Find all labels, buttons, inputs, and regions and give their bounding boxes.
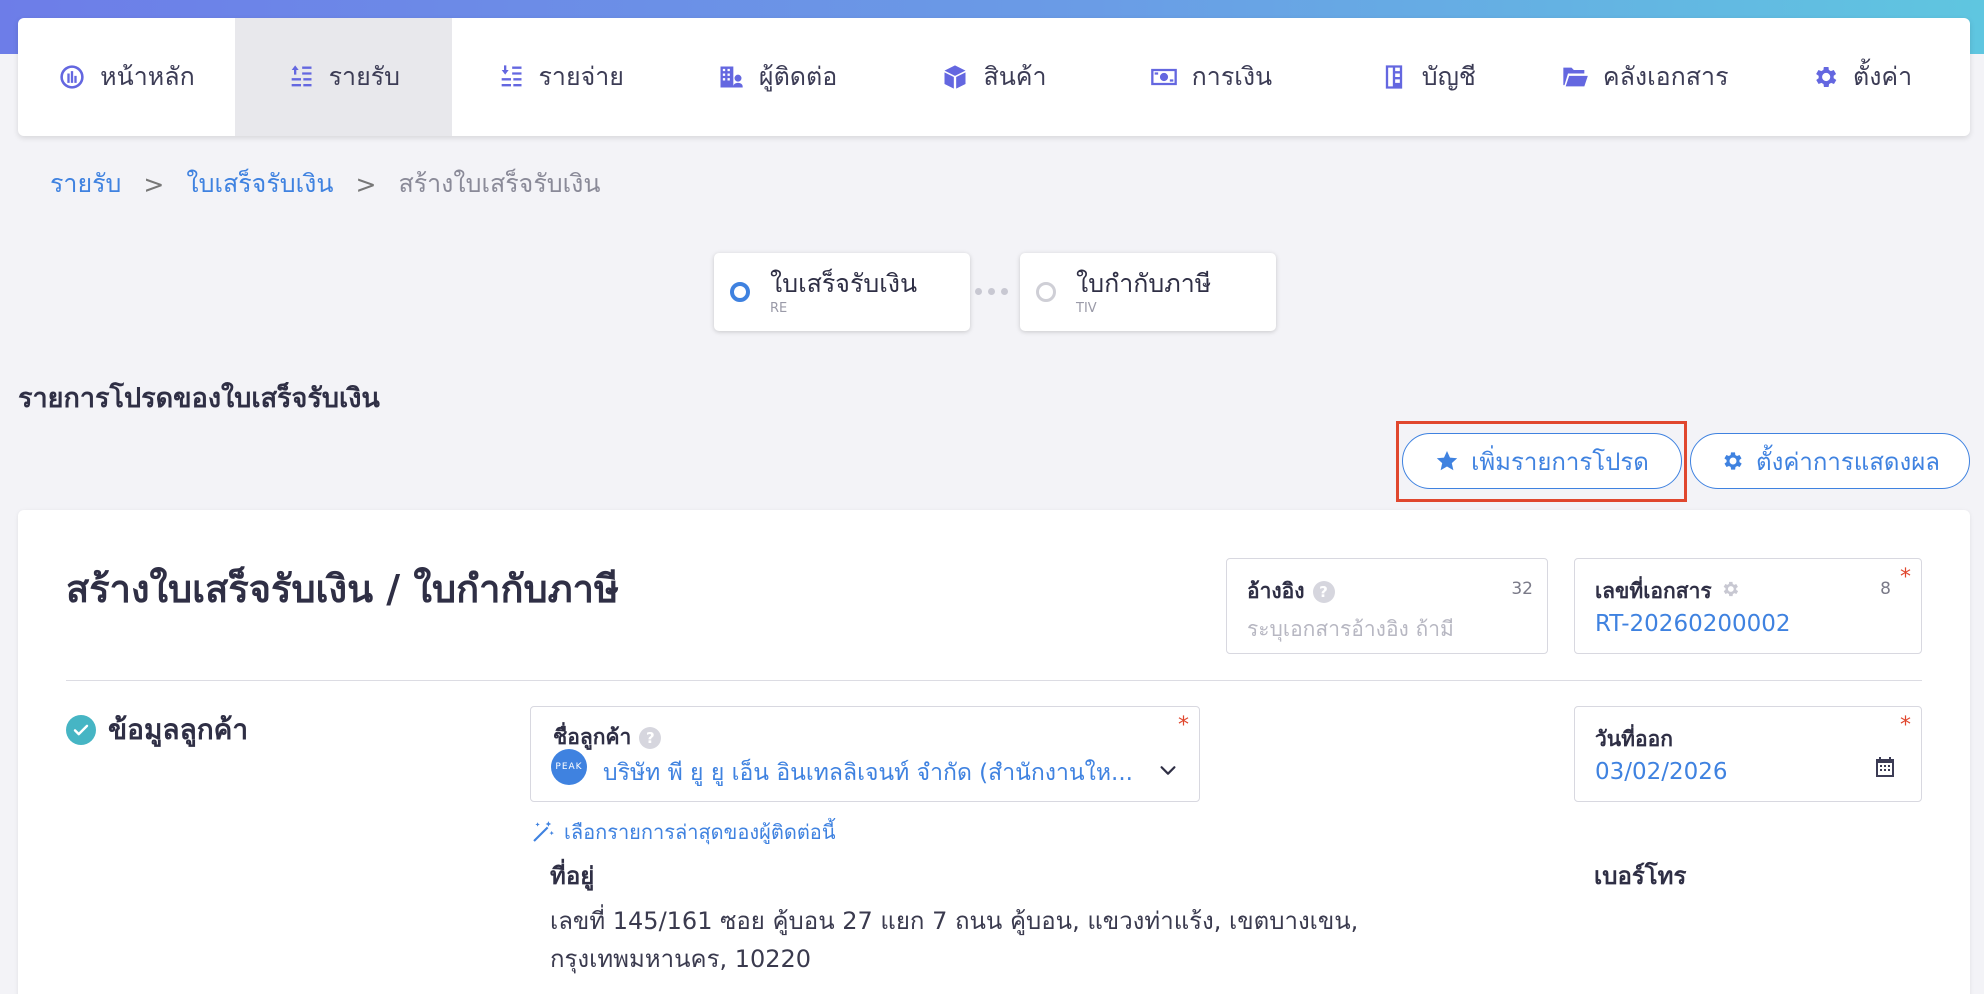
star-icon: [1436, 451, 1458, 471]
help-icon[interactable]: ?: [639, 726, 662, 749]
gear-icon: [1724, 452, 1742, 470]
doc-number-field[interactable]: เลขที่เอกสาร 8 * RT-20260200002: [1574, 558, 1922, 654]
main-nav: หน้าหลัก รายรับ รายจ่าย ผู้ติดต่อ สินค้า…: [18, 18, 1970, 136]
customer-select[interactable]: ชื่อลูกค้า ? * PEAK บริษัท พี ยู ยู เอ็น…: [530, 706, 1200, 802]
reference-char-count: 32: [1511, 579, 1533, 599]
step-receipt[interactable]: ใบเสร็จรับเงิน RE: [714, 253, 970, 331]
address-value: เลขที่ 145/161 ซอย คู้บอน 27 แยก 7 ถนน ค…: [550, 907, 1359, 973]
required-marker: *: [1178, 713, 1189, 738]
customer-value: บริษัท พี ยู ยู เอ็น อินเทลลิเจนท์ จำกัด…: [603, 760, 1133, 786]
nav-item-expense[interactable]: รายจ่าย: [452, 18, 669, 136]
display-settings-label: ตั้งค่าการแสดงผล: [1756, 447, 1940, 476]
help-icon[interactable]: ?: [1312, 580, 1335, 603]
product-box-icon: [944, 65, 966, 89]
expense-icon: [501, 65, 521, 87]
nav-item-contacts[interactable]: ผู้ติดต่อ: [669, 18, 886, 136]
folder-icon: [1563, 67, 1588, 87]
gear-icon: [1816, 66, 1837, 88]
add-favorite-button[interactable]: เพิ่มรายการโปรด: [1402, 433, 1682, 489]
nav-item-finance[interactable]: การเงิน: [1102, 18, 1319, 136]
breadcrumb-separator: >: [355, 169, 377, 199]
income-icon: [291, 65, 312, 87]
reference-label: อ้างอิง ?: [1247, 575, 1335, 608]
nav-label: การเงิน: [1191, 62, 1273, 91]
reference-field[interactable]: อ้างอิง ? 32 ระบุเอกสารอ้างอิง ถ้ามี: [1226, 558, 1548, 654]
form-title: สร้างใบเสร็จรับเงิน / ใบกำกับภาษี: [66, 567, 620, 611]
customer-section-heading: ข้อมูลลูกค้า: [66, 708, 248, 752]
step-connector-dots: [975, 288, 1008, 295]
nav-label: ผู้ติดต่อ: [758, 62, 838, 91]
doc-number-value: RT-20260200002: [1595, 611, 1791, 637]
breadcrumb: รายรับ > ใบเสร็จรับเงิน > สร้างใบเสร็จรั…: [50, 166, 600, 202]
section-divider: [66, 680, 1922, 681]
nav-item-products[interactable]: สินค้า: [886, 18, 1103, 136]
nav-label: ตั้งค่า: [1852, 62, 1913, 91]
doc-number-label: เลขที่เอกสาร: [1595, 575, 1740, 608]
breadcrumb-receipt-link[interactable]: ใบเสร็จรับเงิน: [186, 164, 333, 204]
doc-number-char-count: 8: [1880, 579, 1891, 599]
issue-date-value: 03/02/2026: [1595, 759, 1728, 785]
issue-date-label: วันที่ออก: [1595, 727, 1673, 751]
ledger-icon: [1385, 65, 1402, 89]
contacts-icon: [720, 66, 743, 88]
recent-items-link[interactable]: เลือกรายการล่าสุดของผู้ติดต่อนี้: [530, 816, 835, 848]
nav-item-home[interactable]: หน้าหลัก: [18, 18, 235, 136]
calendar-icon[interactable]: [1873, 755, 1897, 783]
step-title: ใบเสร็จรับเงิน: [770, 269, 918, 298]
reference-placeholder: ระบุเอกสารอ้างอิง ถ้ามี: [1247, 617, 1454, 641]
breadcrumb-current: สร้างใบเสร็จรับเงิน: [398, 169, 601, 198]
customer-logo: PEAK: [551, 749, 587, 785]
add-favorite-label: เพิ่มรายการโปรด: [1471, 447, 1649, 476]
chevron-down-icon[interactable]: [1157, 759, 1179, 785]
magic-wand-icon: [533, 821, 554, 842]
required-marker: *: [1900, 565, 1911, 590]
form-card: สร้างใบเสร็จรับเงิน / ใบกำกับภาษี อ้างอิ…: [18, 510, 1970, 994]
dashboard-icon: [60, 65, 84, 89]
nav-label: คลังเอกสาร: [1602, 62, 1729, 91]
nav-label: รายรับ: [328, 62, 401, 91]
money-icon: [1150, 68, 1177, 86]
breadcrumb-income-link[interactable]: รายรับ: [50, 164, 121, 204]
check-circle-icon: [66, 715, 96, 745]
display-settings-button[interactable]: ตั้งค่าการแสดงผล: [1690, 433, 1970, 489]
nav-label: รายจ่าย: [538, 62, 624, 91]
nav-item-accounting[interactable]: บัญชี: [1319, 18, 1536, 136]
step-code: TIV: [1076, 301, 1097, 316]
nav-item-income[interactable]: รายรับ: [234, 18, 452, 136]
step-code: RE: [770, 301, 788, 316]
nav-item-documents[interactable]: คลังเอกสาร: [1536, 18, 1753, 136]
address-label: ที่อยู่: [550, 862, 595, 890]
step-inactive-indicator-icon: [1036, 282, 1056, 302]
step-active-indicator-icon: [730, 282, 750, 302]
nav-label: สินค้า: [983, 62, 1047, 91]
favorites-title: รายการโปรดของใบเสร็จรับเงิน: [18, 383, 380, 414]
nav-item-settings[interactable]: ตั้งค่า: [1753, 18, 1970, 136]
required-marker: *: [1900, 713, 1911, 738]
step-tax-invoice[interactable]: ใบกำกับภาษี TIV: [1020, 253, 1276, 331]
step-title: ใบกำกับภาษี: [1076, 269, 1212, 298]
issue-date-field[interactable]: วันที่ออก * 03/02/2026: [1574, 706, 1922, 802]
breadcrumb-separator: >: [143, 169, 165, 199]
phone-label: เบอร์โทร: [1594, 862, 1687, 890]
nav-label: หน้าหลัก: [100, 62, 195, 91]
nav-label: บัญชี: [1421, 62, 1476, 91]
doc-number-settings-icon[interactable]: [1720, 579, 1740, 604]
